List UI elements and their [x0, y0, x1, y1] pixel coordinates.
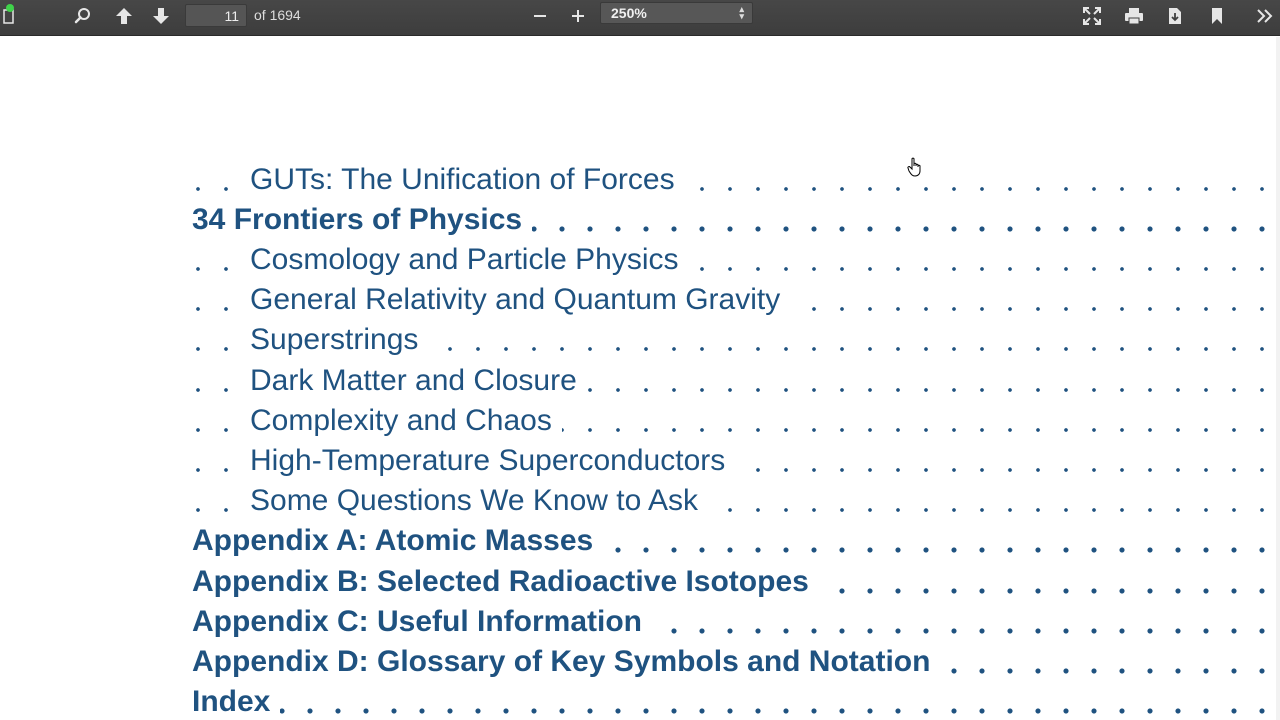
zoom-select[interactable]: 250% ▴ ▾: [600, 2, 753, 24]
tools-icon: [1256, 8, 1274, 24]
status-dot: [6, 4, 14, 12]
download-button[interactable]: [1160, 0, 1190, 32]
next-page-button[interactable]: [146, 0, 176, 32]
toc-entry-title: Cosmology and Particle Physics: [250, 240, 689, 280]
toc-entry-title: 34 Frontiers of Physics: [192, 200, 533, 240]
toc-entry[interactable]: Index: [0, 682, 1265, 720]
toc-entry[interactable]: Appendix B: Selected Radioactive Isotope…: [0, 562, 1265, 602]
document-viewer[interactable]: GUTs: The Unification of Forces 34 Front…: [0, 37, 1280, 720]
toc-entry[interactable]: Dark Matter and Closure: [0, 361, 1265, 401]
toc-entry-title: GUTs: The Unification of Forces: [250, 160, 685, 200]
toc-entry[interactable]: Appendix C: Useful Information: [0, 602, 1265, 642]
page-number-input[interactable]: [185, 4, 247, 27]
bookmark-icon: [1210, 7, 1224, 25]
toc-entry[interactable]: Some Questions We Know to Ask: [0, 481, 1265, 521]
toc-entry[interactable]: Cosmology and Particle Physics: [0, 240, 1265, 280]
toc-entry-title: Appendix C: Useful Information: [192, 602, 652, 642]
presentation-mode-button[interactable]: [1077, 0, 1107, 32]
tools-button[interactable]: [1250, 0, 1280, 32]
zoom-out-button[interactable]: [525, 0, 555, 32]
toc-entry-title: Appendix B: Selected Radioactive Isotope…: [192, 562, 819, 602]
toc-entry[interactable]: GUTs: The Unification of Forces: [0, 160, 1265, 200]
toc-entry-title: Superstrings: [250, 320, 429, 360]
toc-entry[interactable]: Appendix A: Atomic Masses: [0, 521, 1265, 561]
next-page-icon: [152, 7, 170, 25]
print-button[interactable]: [1119, 0, 1149, 32]
toc-entry[interactable]: High-Temperature Superconductors: [0, 441, 1265, 481]
hand-cursor-icon: [907, 157, 923, 182]
toc-entry-title: Some Questions We Know to Ask: [250, 481, 708, 521]
toc-entry[interactable]: Appendix D: Glossary of Key Symbols and …: [0, 642, 1265, 682]
select-arrows-icon: ▴ ▾: [739, 4, 744, 21]
scrollbar[interactable]: [1276, 37, 1280, 720]
sidebar-toggle-button[interactable]: [0, 0, 18, 32]
toc-entry-title: High-Temperature Superconductors: [250, 441, 736, 481]
pdf-toolbar: of 1694 250% ▴▾: [0, 0, 1280, 36]
toc-entry-title: General Relativity and Quantum Gravity: [250, 280, 791, 320]
toc-entry-title: Dark Matter and Closure: [250, 361, 587, 401]
toc-entry[interactable]: Complexity and Chaos: [0, 401, 1265, 441]
toc-entry-title: Index: [192, 682, 281, 720]
toc-entry-title: Appendix D: Glossary of Key Symbols and …: [192, 642, 941, 682]
toc-entry[interactable]: Superstrings: [0, 320, 1265, 360]
search-button[interactable]: [68, 0, 98, 32]
zoom-out-icon: [532, 8, 548, 24]
previous-page-icon: [115, 7, 133, 25]
zoom-in-button[interactable]: [563, 0, 593, 32]
toc-entry-title: Appendix A: Atomic Masses: [192, 521, 604, 561]
search-icon: [74, 7, 92, 25]
zoom-in-icon: [570, 8, 586, 24]
toc-entry[interactable]: 34 Frontiers of Physics: [0, 200, 1265, 240]
bookmark-button[interactable]: [1202, 0, 1232, 32]
dot-leader: [180, 708, 1265, 714]
toc-entry[interactable]: General Relativity and Quantum Gravity: [0, 280, 1265, 320]
page-count: of 1694: [254, 7, 301, 23]
toc-entry-title: Complexity and Chaos: [250, 401, 562, 441]
download-icon: [1167, 7, 1183, 25]
print-icon: [1124, 7, 1144, 25]
zoom-value: 250%: [611, 5, 647, 21]
previous-page-button[interactable]: [109, 0, 139, 32]
presentation-mode-icon: [1083, 7, 1101, 25]
